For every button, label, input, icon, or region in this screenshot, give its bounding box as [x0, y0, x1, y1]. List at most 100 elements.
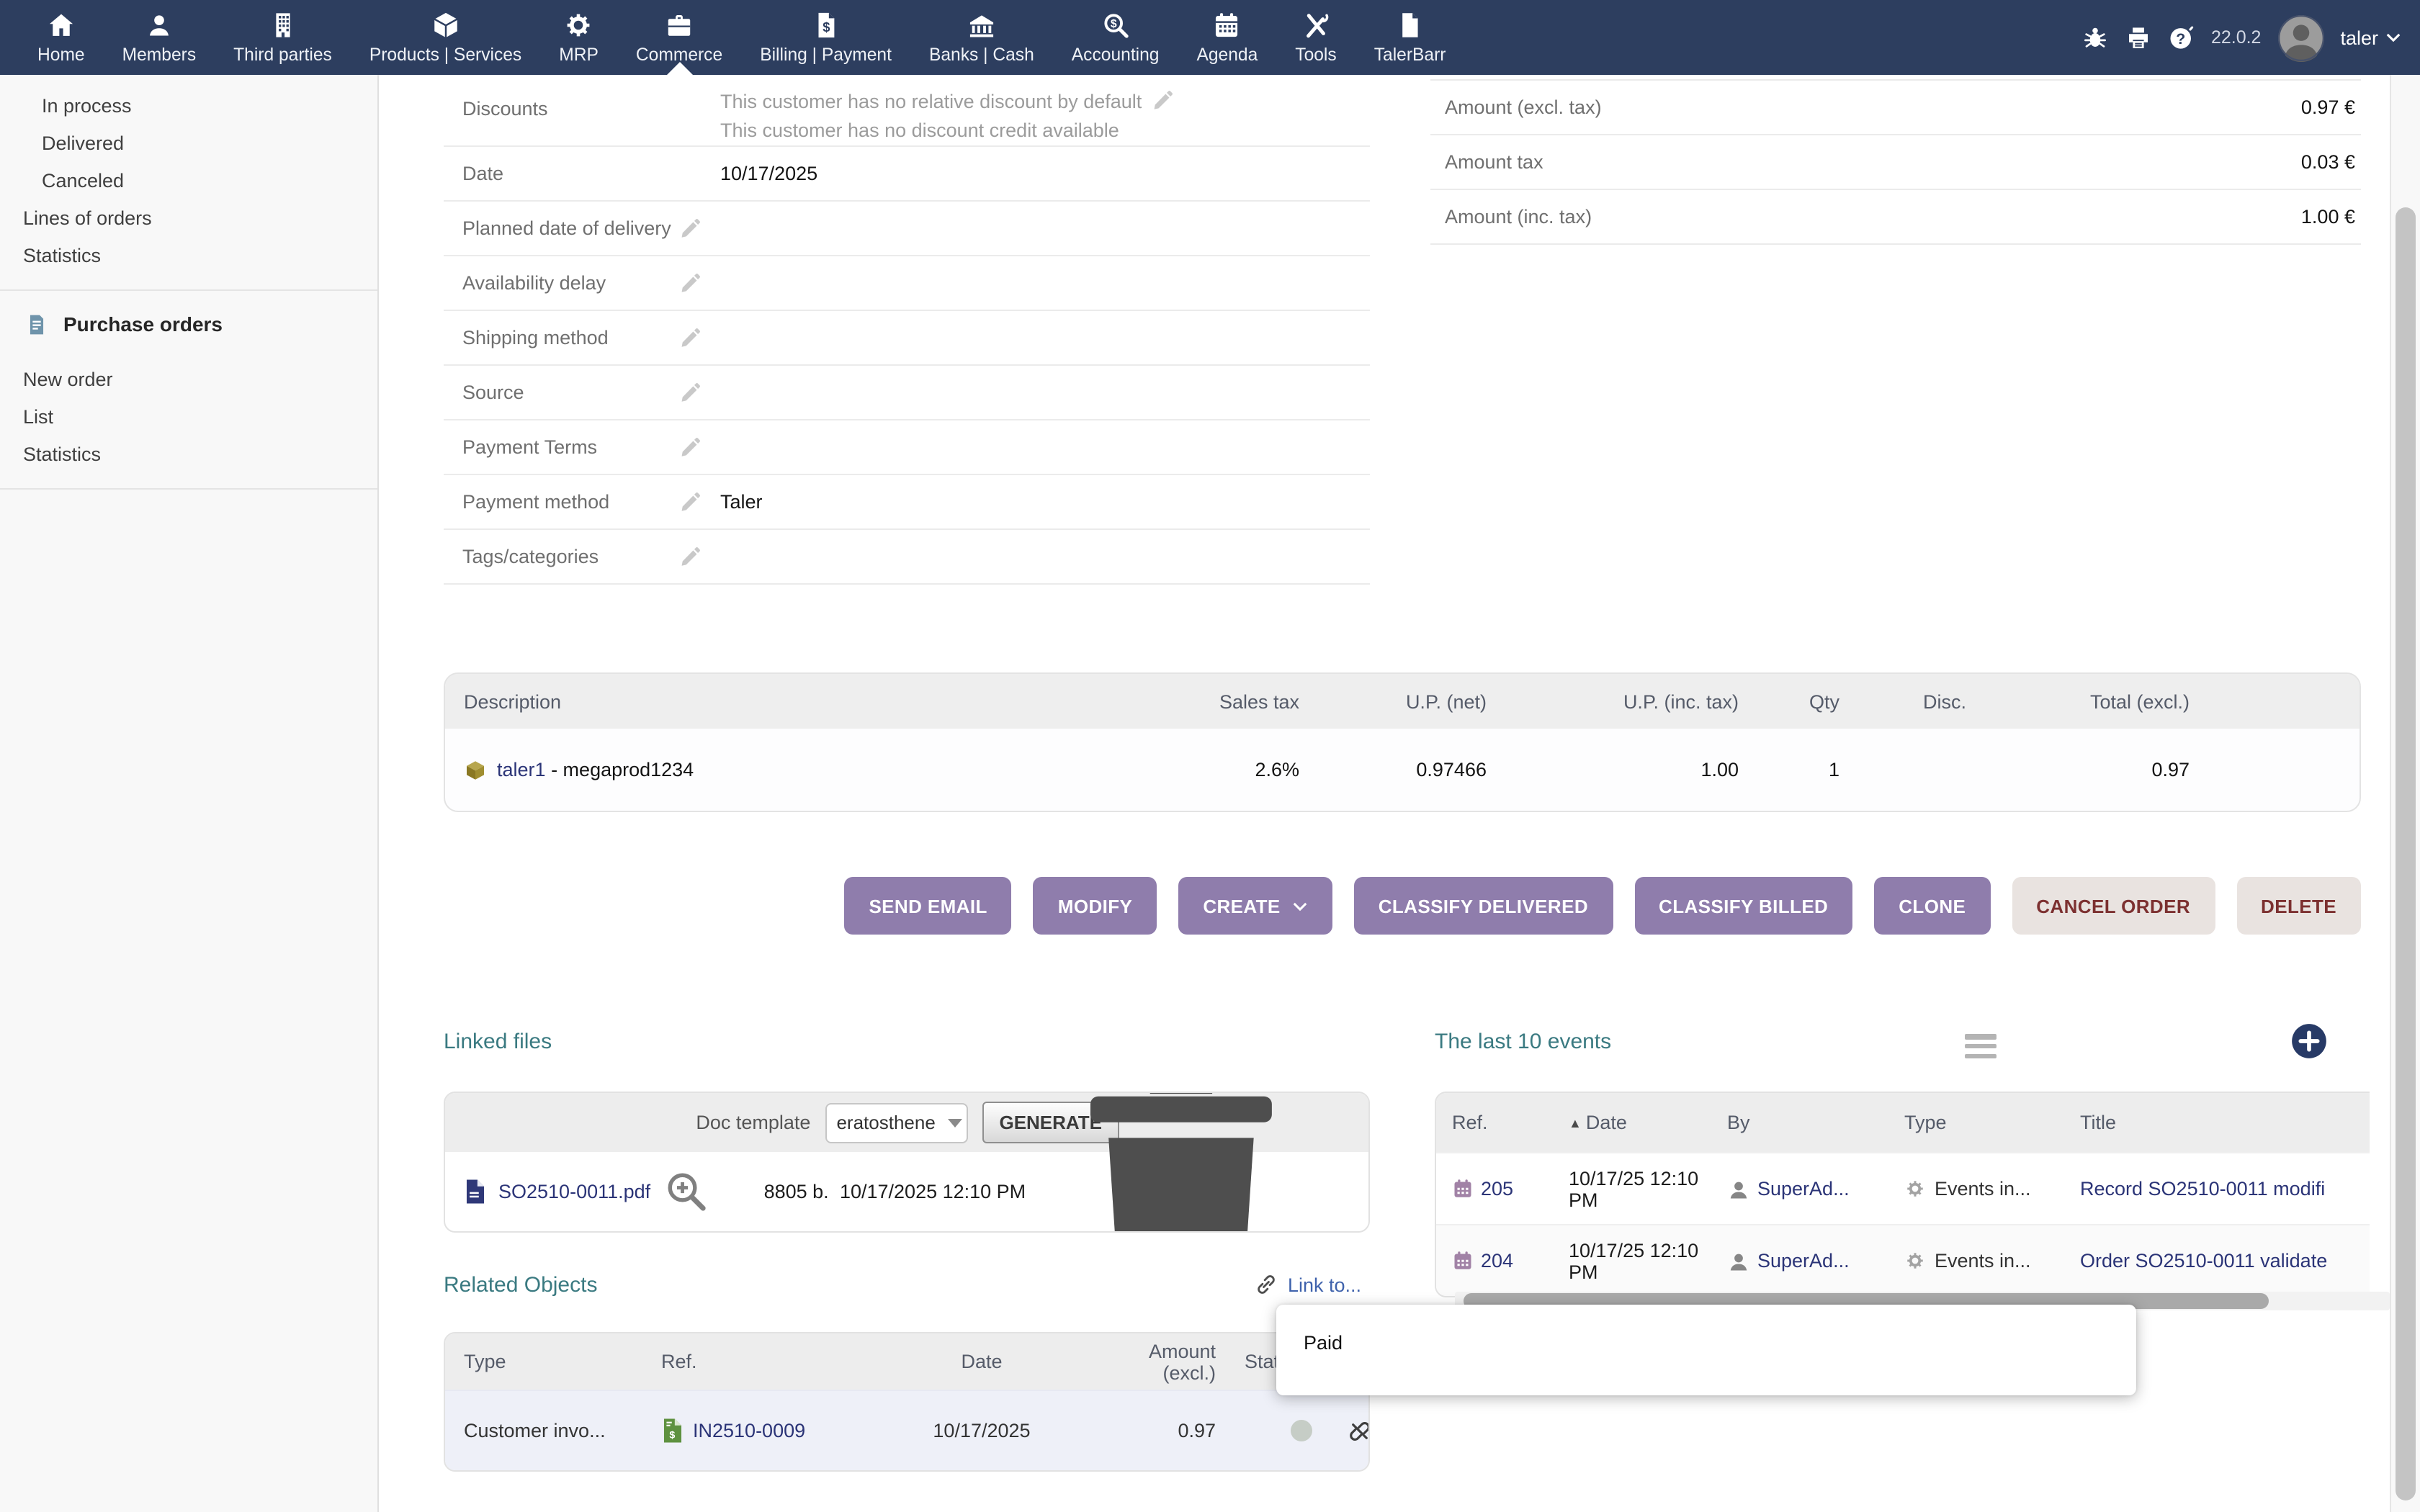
sidebar-item-list[interactable]: List: [0, 399, 377, 436]
nav-item-products-services[interactable]: Products | Services: [351, 0, 540, 75]
nav-item-talerbarr[interactable]: TalerBarr: [1355, 0, 1465, 75]
send-email-button[interactable]: SEND EMAIL: [844, 877, 1011, 935]
col-date[interactable]: ▲Date: [1569, 1112, 1727, 1133]
nav-label: Tools: [1295, 45, 1336, 65]
linked-files-title: Linked files: [444, 1030, 552, 1054]
vertical-scrollbar-thumb[interactable]: [2396, 207, 2416, 1500]
link-to-button[interactable]: Link to...: [1255, 1273, 1361, 1296]
col-ref: Ref.: [642, 1351, 863, 1372]
classify-billed-button[interactable]: CLASSIFY BILLED: [1634, 877, 1852, 935]
status-badge[interactable]: [1291, 1420, 1312, 1441]
totals-table: Amount (excl. tax) 0.97 € Amount tax 0.0…: [1430, 79, 2361, 245]
trash-icon[interactable]: [1026, 1092, 1337, 1233]
nav-item-banks-cash[interactable]: Banks | Cash: [910, 0, 1053, 75]
field-label: Tags/categories: [444, 546, 678, 567]
nav-item-members[interactable]: Members: [104, 0, 215, 75]
preview-zoom-icon[interactable]: [663, 1169, 709, 1215]
nav-right-cluster: ? 22.0.2 taler: [2081, 0, 2420, 75]
sidebar-item-statistics[interactable]: Statistics: [0, 238, 377, 275]
product-cube-icon: [464, 758, 487, 781]
nav-label: Third parties: [233, 45, 332, 65]
main-content: Discounts This customer has no relative …: [380, 75, 2420, 1512]
user-menu[interactable]: taler: [2340, 27, 2401, 48]
file-link[interactable]: SO2510-0011.pdf: [498, 1181, 650, 1202]
nav-label: Billing | Payment: [760, 45, 892, 65]
related-object-row: Customer invo... $ IN2510-0009 10/17/202…: [445, 1390, 1368, 1470]
action-buttons: SEND EMAIL MODIFY CREATE CLASSIFY DELIVE…: [444, 877, 2361, 935]
nav-item-home[interactable]: Home: [19, 0, 104, 75]
col-by[interactable]: By: [1727, 1112, 1904, 1133]
total-row-inc-tax: Amount (inc. tax) 1.00 €: [1430, 190, 2361, 245]
nav-item-agenda[interactable]: Agenda: [1178, 0, 1276, 75]
product-description: - megaprod1234: [546, 759, 694, 780]
sidebar-item-delivered[interactable]: Delivered: [0, 125, 377, 163]
nav-label: Products | Services: [369, 45, 521, 65]
event-user-link[interactable]: SuperAd...: [1757, 1178, 1850, 1200]
link-icon: [1255, 1273, 1278, 1296]
calendar-event-icon: [1452, 1250, 1474, 1272]
clone-button[interactable]: CLONE: [1874, 877, 1990, 935]
unlink-icon[interactable]: [1347, 1418, 1370, 1444]
bug-icon[interactable]: [2081, 24, 2109, 51]
edit-pencil-icon[interactable]: [678, 217, 702, 240]
printer-icon[interactable]: [2125, 24, 2152, 51]
col-qty: Qty: [1753, 674, 1854, 729]
classify-delivered-button[interactable]: CLASSIFY DELIVERED: [1354, 877, 1613, 935]
event-title-link[interactable]: Order SO2510-0011 validate: [2080, 1250, 2327, 1272]
edit-pencil-icon[interactable]: [678, 381, 702, 404]
cancel-order-button[interactable]: CANCEL ORDER: [2012, 877, 2215, 935]
home-icon: [46, 10, 76, 40]
event-ref-link[interactable]: 204: [1481, 1250, 1513, 1272]
field-label: Source: [444, 382, 678, 403]
modify-button[interactable]: MODIFY: [1034, 877, 1157, 935]
nav-item-mrp[interactable]: MRP: [540, 0, 617, 75]
event-ref-link[interactable]: 205: [1481, 1178, 1513, 1200]
event-title-link[interactable]: Record SO2510-0011 modifi: [2080, 1178, 2325, 1200]
doc-template-select[interactable]: eratosthene: [825, 1102, 967, 1143]
gear-icon: [1904, 1250, 1926, 1272]
nav-item-third-parties[interactable]: Third parties: [215, 0, 351, 75]
event-user-link[interactable]: SuperAd...: [1757, 1250, 1850, 1272]
events-header-row: Ref. ▲Date By Type Title: [1436, 1093, 2370, 1152]
edit-pencil-icon[interactable]: [678, 490, 702, 513]
calendar-icon: [1212, 10, 1242, 40]
total-row-excl-tax: Amount (excl. tax) 0.97 €: [1430, 81, 2361, 135]
nav-item-tools[interactable]: Tools: [1276, 0, 1355, 75]
sidebar-item-canceled[interactable]: Canceled: [0, 163, 377, 200]
lines-header-row: Description Sales tax U.P. (net) U.P. (i…: [445, 674, 2360, 729]
svg-text:?: ?: [2176, 30, 2185, 47]
help-icon[interactable]: ?: [2168, 24, 2195, 51]
total-value: 0.97 €: [2301, 96, 2361, 118]
sidebar-item-new-order[interactable]: New order: [0, 361, 377, 399]
nav-item-billing-payment[interactable]: $ Billing | Payment: [741, 0, 910, 75]
invoice-icon: $: [811, 10, 841, 40]
sidebar-header-purchase-orders[interactable]: Purchase orders: [0, 304, 377, 344]
col-ref[interactable]: Ref.: [1436, 1112, 1569, 1133]
total-label: Amount (excl. tax): [1430, 96, 1602, 118]
avatar[interactable]: [2277, 14, 2324, 61]
create-button[interactable]: CREATE: [1178, 877, 1332, 935]
col-title[interactable]: Title: [2080, 1112, 2370, 1133]
edit-pencil-icon[interactable]: [678, 326, 702, 349]
add-event-icon[interactable]: [2290, 1022, 2328, 1060]
events-list-menu-icon[interactable]: [1965, 1034, 1996, 1058]
col-type[interactable]: Type: [1904, 1112, 2080, 1133]
product-link[interactable]: taler1: [497, 759, 546, 780]
edit-pencil-icon[interactable]: [678, 271, 702, 294]
invoice-link[interactable]: IN2510-0009: [693, 1420, 805, 1441]
user-avatar-icon: [1727, 1177, 1750, 1200]
total-label: Amount tax: [1430, 151, 1543, 173]
sidebar-item-in-process[interactable]: In process: [0, 88, 377, 125]
order-details-table: Discounts This customer has no relative …: [444, 75, 1370, 585]
products-icon: [431, 10, 461, 40]
nav-item-accounting[interactable]: $ Accounting: [1053, 0, 1178, 75]
nav-item-commerce[interactable]: Commerce: [617, 0, 741, 75]
linked-file-row: SO2510-0011.pdf 8805 b. 10/17/2025 12:10…: [445, 1152, 1368, 1231]
sidebar-item-lines-of-orders[interactable]: Lines of orders: [0, 200, 377, 238]
delete-button[interactable]: DELETE: [2236, 877, 2361, 935]
edit-pencil-icon[interactable]: [1150, 89, 1173, 112]
sidebar-item-statistics-2[interactable]: Statistics: [0, 436, 377, 474]
edit-pencil-icon[interactable]: [678, 545, 702, 568]
edit-pencil-icon[interactable]: [678, 436, 702, 459]
cell-sales-tax: 2.6%: [1141, 729, 1314, 811]
